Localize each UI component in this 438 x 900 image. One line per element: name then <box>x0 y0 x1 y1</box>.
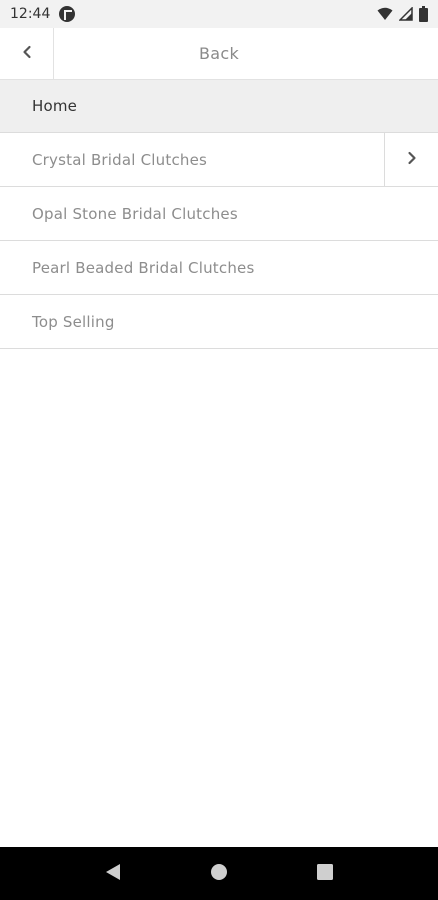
signal-icon <box>399 7 413 21</box>
battery-icon <box>419 6 428 22</box>
header: Back <box>0 27 438 80</box>
menu-item-label: Crystal Bridal Clutches <box>32 150 208 169</box>
menu-item-crystal-bridal-clutches[interactable]: Crystal Bridal Clutches <box>0 133 438 187</box>
system-nav-bar <box>0 847 438 900</box>
chevron-right-icon <box>406 150 418 169</box>
menu-item-label: Top Selling <box>32 312 115 331</box>
menu-item-label: Opal Stone Bridal Clutches <box>32 204 238 223</box>
status-icons <box>377 6 428 22</box>
menu-item-opal-stone-bridal-clutches[interactable]: Opal Stone Bridal Clutches <box>0 187 438 241</box>
nav-home-button[interactable] <box>199 854 239 894</box>
nav-back-button[interactable] <box>93 854 133 894</box>
app-notification-icon <box>59 6 76 22</box>
back-triangle-icon <box>104 862 122 886</box>
header-title: Back <box>198 44 240 63</box>
wifi-icon <box>377 7 393 21</box>
menu-item-label: Pearl Beaded Bridal Clutches <box>32 258 255 277</box>
status-time: 12:44 <box>10 6 51 22</box>
status-bar: 12:44 <box>0 0 438 28</box>
category-menu: Home Crystal Bridal Clutches Opal Stone … <box>0 80 438 349</box>
home-circle-icon <box>210 863 228 885</box>
chevron-left-icon <box>21 44 33 63</box>
recents-square-icon <box>317 863 333 884</box>
expand-submenu-button[interactable] <box>384 133 438 186</box>
menu-item-top-selling[interactable]: Top Selling <box>0 295 438 349</box>
menu-item-pearl-beaded-bridal-clutches[interactable]: Pearl Beaded Bridal Clutches <box>0 241 438 295</box>
back-button[interactable] <box>0 27 54 80</box>
menu-item-home[interactable]: Home <box>0 80 438 133</box>
menu-item-label: Home <box>32 97 78 115</box>
screen: 12:44 Back Home Crystal Bridal Clutches … <box>0 0 438 900</box>
nav-recents-button[interactable] <box>305 854 345 894</box>
